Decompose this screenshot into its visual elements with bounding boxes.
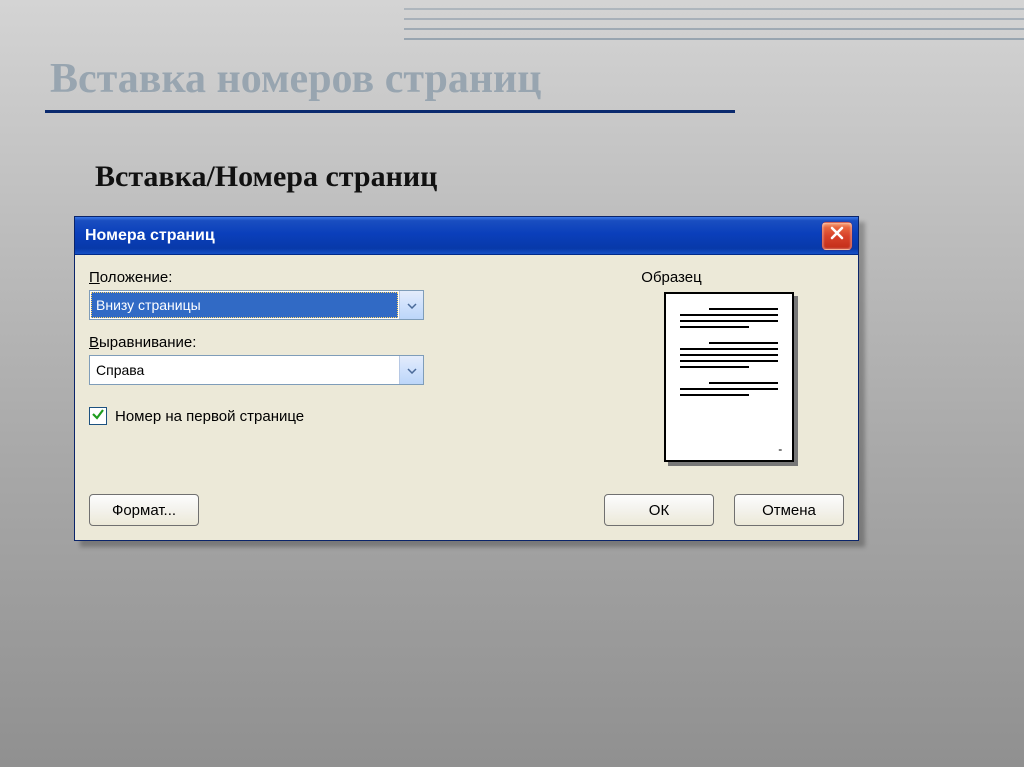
ok-button[interactable]: ОК <box>604 494 714 526</box>
dialog-left-column: Положение: Внизу страницы Выравнивание: … <box>89 265 499 528</box>
sample-label: Образец <box>499 269 844 286</box>
checkmark-icon <box>91 407 105 426</box>
first-page-checkbox-label: Номер на первой странице <box>115 408 304 425</box>
page-numbers-dialog: Номера страниц Положение: Внизу страницы <box>74 216 859 541</box>
dialog-title: Номера страниц <box>85 227 215 245</box>
first-page-checkbox-row: Номер на первой странице <box>89 407 499 425</box>
dialog-right-column: Образец = <box>499 265 844 528</box>
slide-subtitle: Вставка/Номера страниц <box>95 160 437 194</box>
alignment-combobox[interactable]: Справа <box>89 355 424 385</box>
decorative-lines <box>404 0 1024 40</box>
alignment-label: Выравнивание: <box>89 334 499 351</box>
title-underline <box>45 110 735 113</box>
alignment-dropdown-button[interactable] <box>399 356 423 384</box>
close-icon <box>829 225 845 246</box>
alignment-value: Справа <box>90 356 399 384</box>
chevron-down-icon <box>407 296 417 314</box>
slide-title: Вставка номеров страниц <box>50 55 541 103</box>
position-combobox[interactable]: Внизу страницы <box>89 290 424 320</box>
position-value: Внизу страницы <box>91 292 398 318</box>
first-page-checkbox[interactable] <box>89 407 107 425</box>
sample-page-preview: = <box>664 292 794 462</box>
chevron-down-icon <box>407 361 417 379</box>
close-button[interactable] <box>822 222 852 250</box>
position-label: Положение: <box>89 269 499 286</box>
dialog-button-row: Формат... ОК Отмена <box>89 494 844 526</box>
format-button[interactable]: Формат... <box>89 494 199 526</box>
cancel-button[interactable]: Отмена <box>734 494 844 526</box>
sample-page-number: = <box>778 448 782 454</box>
position-dropdown-button[interactable] <box>399 291 423 319</box>
dialog-titlebar[interactable]: Номера страниц <box>75 217 858 255</box>
